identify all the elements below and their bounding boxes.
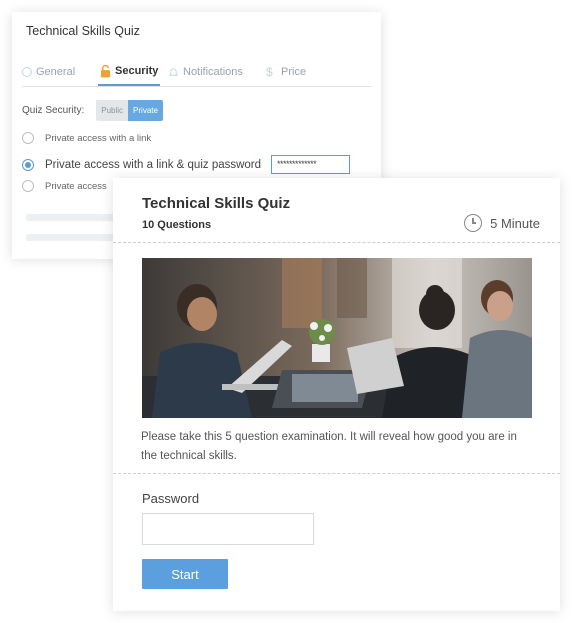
radio-button[interactable]: [22, 132, 34, 144]
quiz-password-field[interactable]: *************: [271, 155, 351, 174]
clock-icon: [464, 214, 483, 232]
option-link-label: Private access with a link: [45, 132, 152, 144]
quiz-security-row: Quiz Security: Public Private: [22, 100, 163, 121]
quiz-title: Technical Skills Quiz: [142, 195, 291, 212]
placeholder-bar: [26, 214, 116, 221]
tab-notifications[interactable]: Notifications: [168, 58, 243, 86]
quiz-start-card: Technical Skills Quiz 10 Questions 5 Min…: [113, 178, 560, 611]
option-private[interactable]: Private access: [22, 180, 107, 192]
quiz-duration: 5 Minute: [464, 214, 540, 232]
tab-general-label: General: [36, 66, 76, 78]
settings-title: Technical Skills Quiz: [26, 24, 140, 38]
placeholder-bar: [26, 234, 116, 241]
circle-icon: [22, 67, 32, 77]
toggle-public[interactable]: Public: [96, 100, 129, 121]
option-link[interactable]: Private access with a link: [22, 132, 151, 144]
option-link-password-label: Private access with a link & quiz passwo…: [45, 158, 262, 171]
quiz-cover-image: [142, 258, 532, 418]
quiz-security-label: Quiz Security:: [22, 105, 85, 116]
question-count: 10 Questions: [142, 219, 212, 231]
quiz-description: Please take this 5 question examination.…: [141, 431, 517, 462]
password-label: Password: [142, 491, 200, 506]
toggle-private[interactable]: Private: [128, 100, 163, 121]
people-working-illustration: [142, 258, 532, 418]
password-input[interactable]: [142, 513, 314, 545]
duration-text: 5 Minute: [490, 215, 540, 231]
radio-button-checked[interactable]: [22, 158, 34, 171]
settings-tabs: General Security Notifications $ Price: [22, 50, 371, 87]
security-toggle: Public Private: [96, 100, 163, 121]
lock-icon: [100, 64, 111, 78]
tab-security[interactable]: Security: [98, 58, 161, 86]
divider: [113, 473, 560, 474]
start-button[interactable]: Start: [142, 559, 228, 589]
dollar-icon: $: [266, 64, 273, 79]
divider: [113, 242, 560, 243]
option-link-password[interactable]: Private access with a link & quiz passwo…: [22, 155, 351, 174]
radio-button[interactable]: [22, 180, 34, 192]
tab-security-label: Security: [115, 65, 159, 77]
tab-general[interactable]: General: [22, 58, 75, 86]
tab-price[interactable]: $ Price: [266, 58, 306, 86]
bell-icon: [168, 67, 179, 76]
tab-price-label: Price: [281, 66, 307, 78]
option-private-label: Private access: [45, 180, 107, 192]
tab-notifications-label: Notifications: [183, 66, 243, 78]
